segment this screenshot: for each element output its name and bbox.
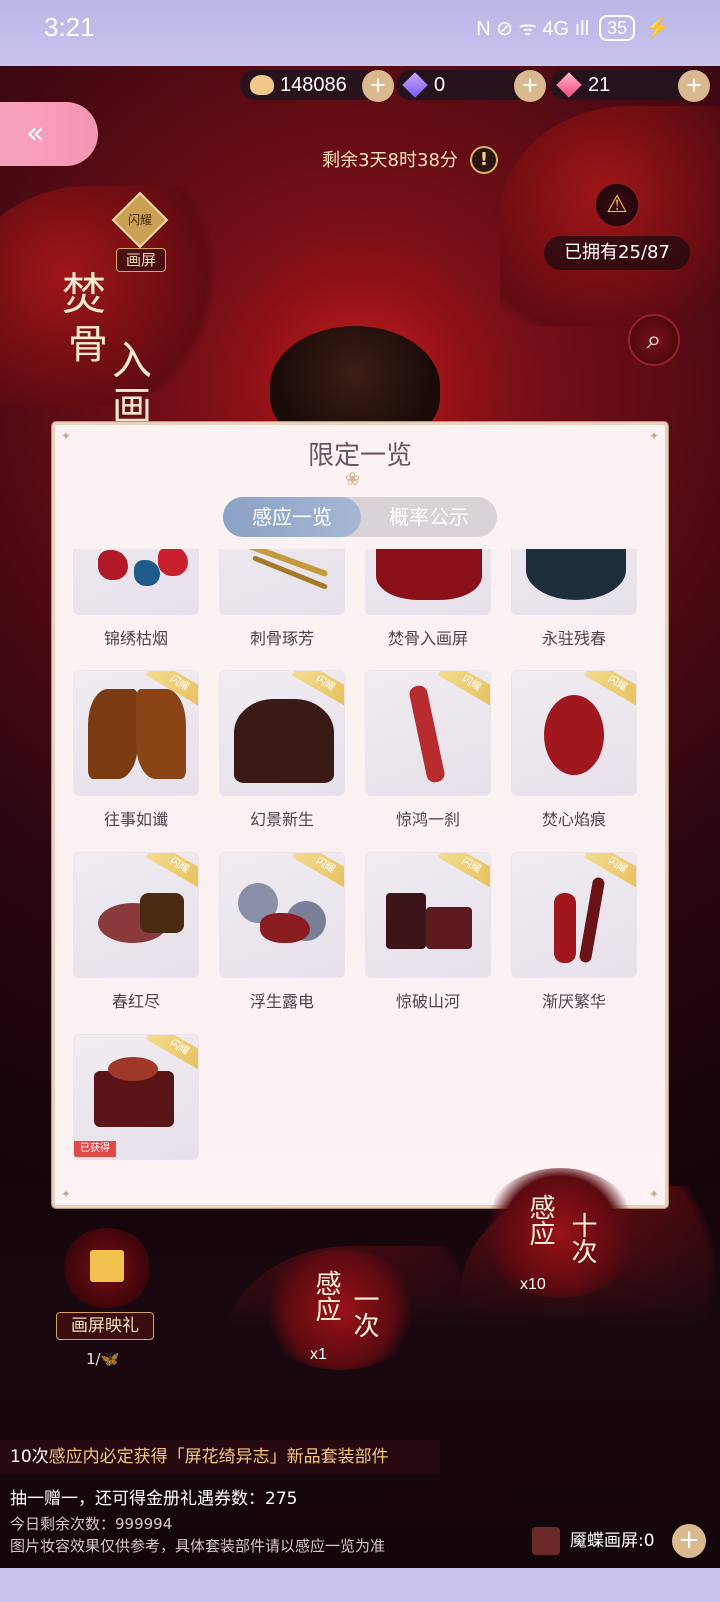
draw-once-label: 感应 (311, 1270, 341, 1322)
item-name: 锦绣枯烟 (103, 629, 168, 648)
flash-ribbon: 闪耀 (437, 671, 490, 709)
charging-icon: ⚡ (645, 17, 670, 39)
pink-gem-icon (556, 72, 582, 98)
screen-tag-badge: 画屏 (116, 248, 166, 272)
list-item[interactable]: 闪耀 渐厌繁华 (511, 852, 637, 1022)
draw-ten-label: 十次 (567, 1212, 597, 1264)
item-name: 幻景新生 (249, 810, 314, 829)
item-thumbnail: 闪耀 (365, 670, 491, 796)
system-nav-bar (0, 1568, 720, 1602)
list-item[interactable]: 闪耀 春红尽 (73, 852, 199, 1022)
draw-ten-button[interactable]: 感应 十次 x10 (480, 1168, 640, 1298)
coin-counter: 148086 (240, 70, 380, 100)
draw-ten-label: 感应 (525, 1194, 555, 1246)
status-indicators: N ⊘ ᯤ 4G ıll (476, 18, 590, 40)
flash-ribbon: 闪耀 (291, 853, 344, 891)
add-coins-button[interactable]: + (362, 70, 394, 102)
gift-label[interactable]: 画屏映礼 (56, 1312, 154, 1340)
butterfly-icon: 🦋 (100, 1350, 120, 1368)
cat-coin-icon (250, 75, 274, 95)
item-thumbnail: 闪耀 (219, 670, 345, 796)
item-name: 渐厌繁华 (541, 992, 606, 1011)
gift-progress: 1/🦋 (86, 1350, 120, 1368)
item-thumbnail (511, 549, 637, 615)
item-name: 刺骨琢芳 (249, 629, 314, 648)
warning-icon[interactable]: ⚠ (594, 182, 640, 228)
item-name: 浮生露电 (249, 992, 314, 1011)
tab-overview[interactable]: 感应一览 (223, 497, 361, 537)
list-item[interactable]: 焚骨入画屏 (365, 549, 491, 659)
draw-once-cost: x1 (310, 1346, 327, 1363)
item-thumbnail: 闪耀 (73, 852, 199, 978)
owned-counter: 已拥有25/87 (544, 236, 690, 270)
back-button[interactable]: « (0, 102, 98, 166)
remaining-count: 今日剩余次数：999994 (10, 1515, 173, 1533)
double-chevron-left-icon: « (26, 116, 45, 151)
coin-value: 148086 (280, 73, 347, 96)
item-grid: 锦绣枯烟 刺骨琢芳 焚骨入画屏 永驻残春 闪耀 往事如谶 闪耀 幻景新生 闪耀 … (73, 549, 653, 1199)
item-thumbnail: 闪耀 (73, 670, 199, 796)
battery-icon: 35 (599, 14, 636, 41)
item-name: 惊鸿一刹 (395, 810, 460, 829)
item-name: 焚骨入画屏 (387, 629, 468, 648)
draw-once-button[interactable]: 感应 一次 x1 (260, 1250, 420, 1370)
timer-info-button[interactable]: ! (470, 146, 498, 174)
guarantee-notice: 10次感应内必定获得「屏花绮异志」新品套装部件 (0, 1440, 440, 1474)
item-thumbnail: 闪耀 已获得 (73, 1034, 199, 1160)
snowflake-ornament-icon: ❀ (345, 469, 361, 490)
item-name: 春红尽 (111, 992, 160, 1011)
list-item[interactable]: 闪耀 惊鸿一刹 (365, 670, 491, 840)
flash-ribbon: 闪耀 (437, 853, 490, 891)
item-name: 永驻残春 (541, 629, 606, 648)
tab-probability[interactable]: 概率公示 (361, 497, 497, 537)
item-thumbnail (219, 549, 345, 615)
status-time: 3:21 (44, 12, 95, 42)
status-icons: N ⊘ ᯤ 4G ıll 35 ⚡ (476, 14, 670, 41)
purple-diamond-icon (402, 72, 428, 98)
item-name: 往事如谶 (103, 810, 168, 829)
event-title-char: 骨 (68, 322, 108, 368)
add-resource-button[interactable]: + (672, 1524, 706, 1558)
list-item[interactable]: 闪耀 惊破山河 (365, 852, 491, 1022)
list-item[interactable]: 闪耀 往事如谶 (73, 670, 199, 840)
list-item[interactable]: 闪耀 浮生露电 (219, 852, 345, 1022)
gift-box-icon (90, 1250, 124, 1282)
list-item[interactable]: 闪耀 焚心焰痕 (511, 670, 637, 840)
draw-ten-cost: x10 (520, 1276, 546, 1293)
item-thumbnail: 闪耀 (219, 852, 345, 978)
event-title: 焚 骨 入 画 (56, 252, 176, 430)
corner-ornament: ✦ (61, 1187, 72, 1201)
item-name: 焚心焰痕 (541, 810, 606, 829)
search-icon: ⌕ (646, 325, 662, 355)
add-gems-button[interactable]: + (678, 70, 710, 102)
item-thumbnail (73, 549, 199, 615)
flash-ribbon: 闪耀 (145, 853, 198, 891)
list-item[interactable]: 永驻残春 (511, 549, 637, 659)
list-item[interactable]: 锦绣枯烟 (73, 549, 199, 659)
limited-overview-modal: ✦ ✦ ✦ ✦ 限定一览 ❀ 感应一览 概率公示 锦绣枯烟 刺骨琢芳 焚骨入画屏… (52, 422, 668, 1208)
item-name: 惊破山河 (395, 992, 460, 1011)
screen-resource-icon (532, 1527, 560, 1555)
list-item[interactable]: 闪耀 幻景新生 (219, 670, 345, 840)
bonus-notice: 抽一赠一，还可得金册礼遇券数：275 (10, 1489, 298, 1509)
obtained-badge: 已获得 (74, 1141, 116, 1157)
disclaimer: 图片妆容效果仅供参考，具体套装部件请以感应一览为准 (10, 1537, 386, 1555)
gem-value: 21 (588, 73, 611, 96)
status-bar: 3:21 N ⊘ ᯤ 4G ıll 35 ⚡ (0, 0, 720, 66)
item-thumbnail: 闪耀 (365, 852, 491, 978)
draw-once-label: 一次 (349, 1286, 379, 1338)
item-thumbnail: 闪耀 (511, 852, 637, 978)
search-button[interactable]: ⌕ (628, 314, 680, 366)
item-thumbnail: 闪耀 (511, 670, 637, 796)
modal-title: 限定一览 (307, 441, 412, 471)
list-item[interactable]: 闪耀 已获得 (73, 1034, 199, 1199)
gift-button[interactable] (62, 1228, 152, 1308)
add-diamond-button[interactable]: + (514, 70, 546, 102)
modal-tabs: 感应一览 概率公示 (223, 497, 497, 537)
list-item[interactable]: 刺骨琢芳 (219, 549, 345, 659)
diamond-value: 0 (434, 73, 446, 96)
item-thumbnail (365, 549, 491, 615)
